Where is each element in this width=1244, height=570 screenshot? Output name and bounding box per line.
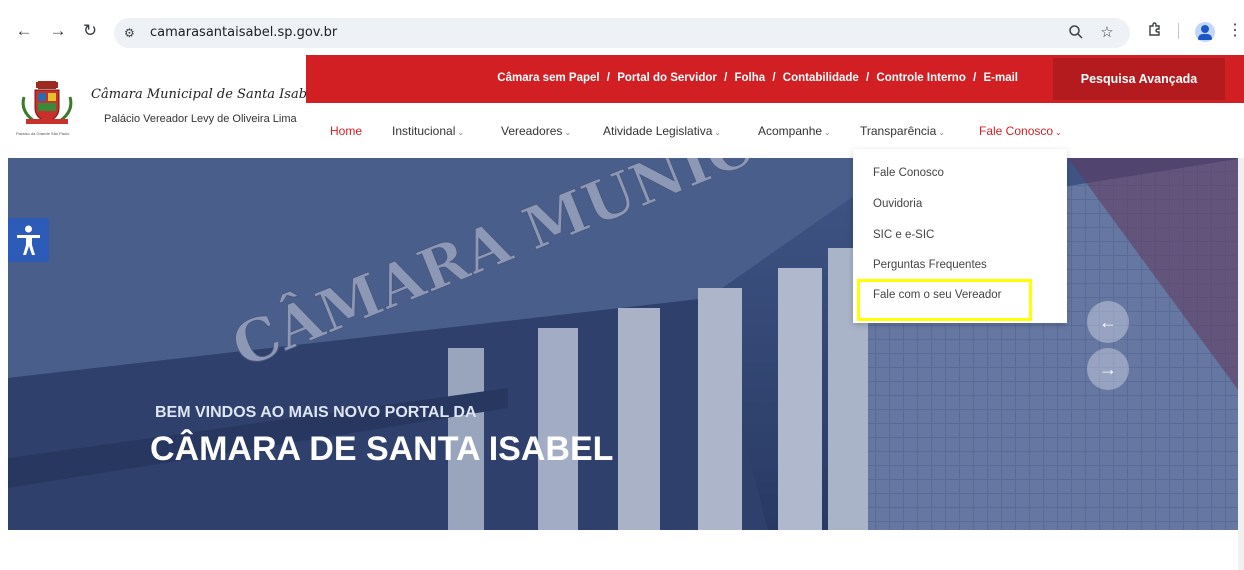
chevron-down-icon: ⌄: [714, 128, 722, 137]
accessibility-icon: [17, 225, 40, 255]
separator: /: [606, 72, 610, 84]
municipal-crest-logo[interactable]: [18, 79, 76, 127]
logo-tagline: Paraíso da Grande São Paulo: [16, 131, 70, 136]
toolbar-separator: [1178, 23, 1179, 39]
logo-subtitle: Palácio Vereador Levy de Oliveira Lima: [104, 113, 297, 125]
logo-title[interactable]: Câmara Municipal de Santa Isabel: [91, 87, 319, 102]
chevron-down-icon: ⌄: [564, 128, 572, 137]
top-link-email[interactable]: E-mail: [983, 72, 1018, 84]
dropdown-item-sic[interactable]: SIC e e-SIC: [873, 229, 934, 241]
separator: /: [772, 72, 776, 84]
hero-title: CÂMARA DE SANTA ISABEL: [150, 430, 614, 468]
url-text[interactable]: camarasantaisabel.sp.gov.br: [150, 25, 337, 40]
accessibility-button[interactable]: [8, 218, 49, 262]
menu-icon[interactable]: ⋮: [1225, 21, 1244, 41]
nav-label: Fale Conosco: [979, 124, 1054, 138]
dropdown-item-ouvidoria[interactable]: Ouvidoria: [873, 198, 922, 210]
zoom-icon[interactable]: [1067, 24, 1085, 42]
carousel-prev-button[interactable]: ←: [1087, 301, 1129, 343]
site-header: Câmara Municipal de Santa Isabel Palácio…: [8, 55, 1244, 158]
extensions-icon[interactable]: [1145, 21, 1165, 41]
back-icon[interactable]: ←: [14, 21, 34, 41]
reload-icon[interactable]: ↻: [80, 21, 100, 41]
chevron-down-icon: ⌄: [457, 128, 465, 137]
nav-fale-conosco[interactable]: Fale Conosco ⌄: [979, 124, 1062, 138]
advanced-search-button[interactable]: Pesquisa Avançada: [1053, 58, 1225, 100]
separator: /: [866, 72, 870, 84]
top-link-contabilidade[interactable]: Contabilidade: [783, 72, 859, 84]
dropdown-item-perguntas-frequentes[interactable]: Perguntas Frequentes: [873, 259, 987, 271]
nav-label: Institucional: [392, 124, 456, 138]
chevron-down-icon: ⌄: [824, 128, 831, 137]
chevron-down-icon: ⌄: [1055, 128, 1062, 137]
nav-transparencia[interactable]: Transparência ⌄: [860, 124, 945, 138]
top-link-folha[interactable]: Folha: [735, 72, 766, 84]
address-bar[interactable]: ⚙ camarasantaisabel.sp.gov.br ☆: [114, 18, 1130, 48]
nav-atividade-legislativa[interactable]: Atividade Legislativa ⌄: [603, 124, 721, 138]
nav-label: Vereadores: [501, 124, 563, 138]
profile-avatar[interactable]: [1195, 22, 1215, 42]
hero-welcome-text: BEM VINDOS AO MAIS NOVO PORTAL DA: [155, 404, 477, 421]
site-info-icon[interactable]: ⚙: [124, 25, 140, 41]
nav-label: Home: [330, 124, 363, 138]
highlight-box: [857, 279, 1032, 321]
page-scrollbar[interactable]: [1238, 158, 1244, 570]
top-link-controle-interno[interactable]: Controle Interno: [876, 72, 965, 84]
top-link-portal-servidor[interactable]: Portal do Servidor: [617, 72, 717, 84]
top-links: Câmara sem Papel / Portal do Servidor / …: [495, 72, 1020, 84]
separator: /: [973, 72, 977, 84]
nav-label: Transparência: [860, 124, 937, 138]
nav-acompanhe[interactable]: Acompanhe ⌄: [758, 124, 831, 138]
nav-vereadores[interactable]: Vereadores ⌄: [501, 124, 571, 138]
separator: /: [724, 72, 728, 84]
top-link-camara-sem-papel[interactable]: Câmara sem Papel: [497, 72, 599, 84]
forward-icon[interactable]: →: [48, 21, 68, 41]
nav-label: Acompanhe: [758, 124, 823, 138]
chevron-down-icon: ⌄: [938, 128, 945, 137]
carousel-next-button[interactable]: →: [1087, 348, 1129, 390]
nav-institucional[interactable]: Institucional ⌄: [392, 124, 464, 138]
dropdown-item-fale-conosco[interactable]: Fale Conosco: [873, 167, 944, 179]
star-icon[interactable]: ☆: [1098, 24, 1116, 42]
nav-label: Atividade Legislativa: [603, 124, 713, 138]
nav-home[interactable]: Home: [330, 124, 362, 138]
